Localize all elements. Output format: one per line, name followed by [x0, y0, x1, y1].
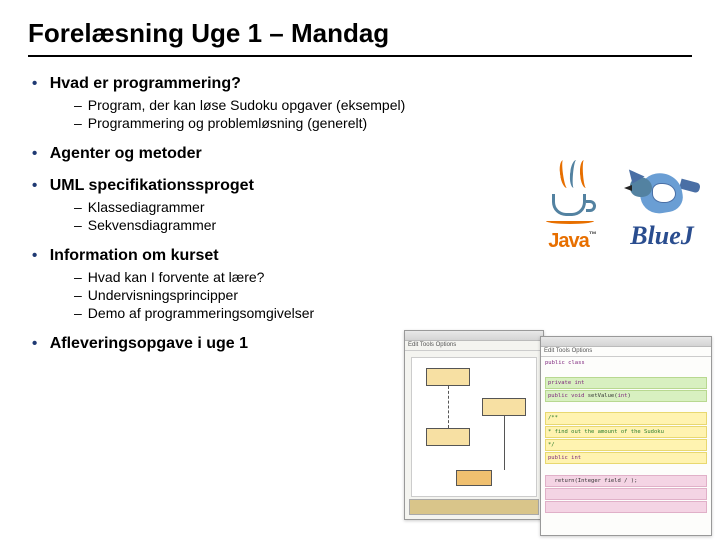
ide-project-window: Edit Tools Options [404, 330, 544, 520]
sub-text: Hvad kan I forvente at lære? [88, 269, 265, 285]
bullet-icon: • [32, 335, 37, 352]
sub-text: Sekvensdiagrammer [88, 217, 216, 233]
class-box [426, 428, 470, 446]
bluej-logo: BlueJ [622, 163, 702, 251]
ide-menubar: Edit Tools Options [541, 347, 711, 357]
sub-text: Demo af programmeringsomgivelser [88, 305, 314, 321]
bluej-wordmark: BlueJ [630, 221, 694, 251]
sub-item: –Programmering og problemløsning (genere… [74, 115, 692, 131]
sub-item: –Hvad kan I forvente at lære? [74, 269, 692, 285]
dependency-arrow [448, 386, 449, 428]
ide-titlebar [405, 331, 543, 341]
sub-text: Program, der kan løse Sudoku opgaver (ek… [88, 97, 405, 113]
ide-editor-window: Edit Tools Options public class private … [540, 336, 712, 536]
bullet-text: UML specifikationssproget [50, 177, 254, 194]
sub-item: –Demo af programmeringsomgivelser [74, 305, 692, 321]
ide-screenshot: Edit Tools Options Edit Tools Options pu… [404, 330, 714, 530]
bullet-text: Hvad er programmering? [50, 75, 241, 92]
class-box [482, 398, 526, 416]
sub-item: –Undervisningsprincipper [74, 287, 692, 303]
sub-text: Programmering og problemløsning (generel… [88, 115, 367, 131]
bullet-text: Information om kurset [50, 247, 219, 264]
bullet-item: • Hvad er programmering? –Program, der k… [32, 75, 692, 131]
bullet-text: Agenter og metoder [50, 145, 202, 162]
slide-title: Forelæsning Uge 1 – Mandag [28, 18, 692, 57]
dependency-arrow [504, 416, 505, 470]
sub-text: Undervisningsprincipper [88, 287, 238, 303]
java-wordmark: Java™ [548, 230, 596, 253]
class-box [456, 470, 492, 486]
bullet-icon: • [32, 177, 37, 194]
bullet-icon: • [32, 145, 37, 162]
java-logo: Java™ [542, 160, 602, 253]
object-bench [409, 499, 539, 515]
ide-class-diagram [411, 357, 537, 497]
logo-row: Java™ BlueJ [542, 160, 702, 253]
sub-item: –Program, der kan løse Sudoku opgaver (e… [74, 97, 692, 113]
ide-menubar: Edit Tools Options [405, 341, 543, 351]
bluejay-icon [622, 163, 702, 223]
bullet-icon: • [32, 247, 37, 264]
sub-text: Klassediagrammer [88, 199, 205, 215]
code-area: public class private int public void set… [541, 357, 711, 516]
class-box [426, 368, 470, 386]
ide-titlebar [541, 337, 711, 347]
bullet-icon: • [32, 75, 37, 92]
bullet-item: • Information om kurset –Hvad kan I forv… [32, 247, 692, 321]
java-cup-icon [542, 160, 602, 230]
bullet-text: Afleveringsopgave i uge 1 [50, 335, 248, 352]
